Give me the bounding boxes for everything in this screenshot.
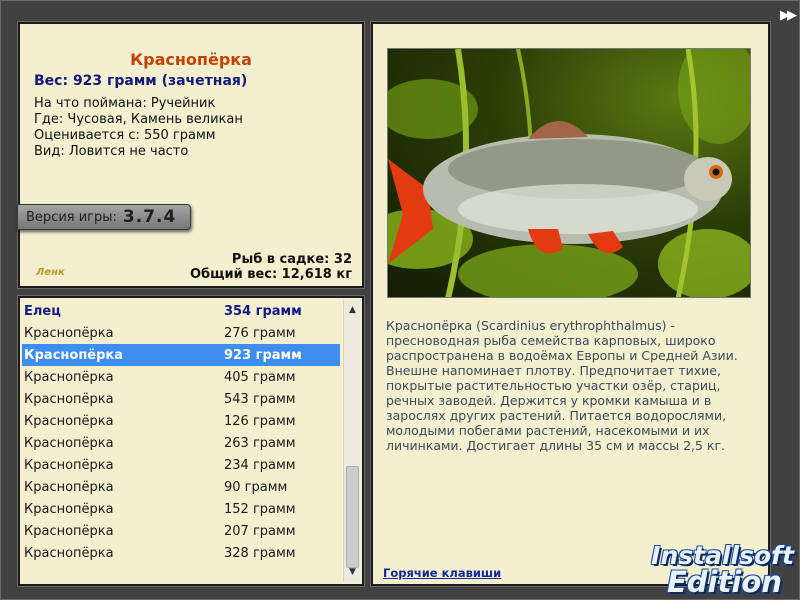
place-line: Где: Чусовая, Камень великан [34, 112, 243, 127]
list-item-weight: 405 грамм [224, 369, 296, 385]
hotkeys-link[interactable]: Горячие клавиши [383, 566, 501, 580]
list-item-weight: 152 грамм [224, 501, 296, 517]
list-item-selected[interactable]: Краснопёрка 923 грамм [22, 344, 340, 366]
fish-illustration [388, 49, 750, 297]
list-item-name: Краснопёрка [24, 523, 114, 539]
fish-title: Краснопёрка [130, 50, 252, 69]
list-item-weight: 543 грамм [224, 391, 296, 407]
fish-count: Рыб в садке: 32 [231, 252, 352, 267]
list-item-name: Краснопёрка [24, 457, 114, 473]
list-item[interactable]: Краснопёрка 90 грамм [22, 476, 340, 498]
list-item-name: Краснопёрка [24, 347, 124, 363]
catch-list: Елец 354 грамм Краснопёрка 276 грамм Кра… [22, 300, 340, 564]
value-line: Оценивается с: 550 грамм [34, 128, 216, 143]
list-item-name: Краснопёрка [24, 391, 114, 407]
catch-list-panel: Елец 354 грамм Краснопёрка 276 грамм Кра… [18, 296, 364, 586]
chevron-down-icon[interactable]: ▼ [344, 564, 361, 580]
list-item-name: Краснопёрка [24, 501, 114, 517]
list-item[interactable]: Краснопёрка 543 грамм [22, 388, 340, 410]
list-item[interactable]: Краснопёрка 405 грамм [22, 366, 340, 388]
chevron-up-icon[interactable]: ▲ [344, 302, 361, 318]
list-scrollbar[interactable]: ▲ ▼ [343, 300, 360, 582]
list-item-weight: 328 грамм [224, 545, 296, 561]
fish-description: Краснопёрка (Scardinius erythrophthalmus… [386, 318, 738, 453]
logo: Ленк [36, 267, 65, 278]
fish-photo [387, 48, 751, 298]
list-item[interactable]: Краснопёрка 126 грамм [22, 410, 340, 432]
version-label: Версия игры: [26, 209, 117, 225]
list-item-name: Краснопёрка [24, 369, 114, 385]
bait-line: На что поймана: Ручейник [34, 96, 216, 111]
list-item-weight: 354 грамм [224, 303, 302, 319]
list-item[interactable]: Краснопёрка 234 грамм [22, 454, 340, 476]
description-panel: Краснопёрка (Scardinius erythrophthalmus… [371, 22, 770, 586]
list-item-name: Краснопёрка [24, 545, 114, 561]
list-item-name: Краснопёрка [24, 325, 114, 341]
fish-info-panel: Краснопёрка Вес: 923 грамм (зачетная) На… [17, 22, 364, 288]
watermark-line2: Edition [667, 565, 782, 599]
fish-weight: Вес: 923 грамм (зачетная) [34, 73, 248, 89]
watermark: Installsoft Edition [651, 542, 794, 599]
list-item-name: Краснопёрка [24, 479, 114, 495]
list-item-name: Краснопёрка [24, 413, 114, 429]
list-item[interactable]: Краснопёрка 263 грамм [22, 432, 340, 454]
kind-line: Вид: Ловится не часто [34, 144, 189, 159]
list-item[interactable]: Елец 354 грамм [22, 300, 340, 322]
version-badge: Версия игры: 3.7.4 [17, 204, 191, 230]
list-item-weight: 90 грамм [224, 479, 288, 495]
version-value: 3.7.4 [122, 207, 177, 227]
list-item-name: Елец [24, 303, 61, 319]
list-item-weight: 923 грамм [224, 347, 302, 363]
list-item-name: Краснопёрка [24, 435, 114, 451]
total-weight: Общий вес: 12,618 кг [189, 267, 352, 282]
list-item-weight: 207 грамм [224, 523, 296, 539]
list-item[interactable]: Краснопёрка 276 грамм [22, 322, 340, 344]
list-item-weight: 126 грамм [224, 413, 296, 429]
list-item[interactable]: Краснопёрка 328 грамм [22, 542, 340, 564]
list-item[interactable]: Краснопёрка 152 грамм [22, 498, 340, 520]
list-item-weight: 234 грамм [224, 457, 296, 473]
fast-forward-icon[interactable]: ▶▶ [780, 8, 797, 23]
list-item[interactable]: Краснопёрка 207 грамм [22, 520, 340, 542]
scroll-thumb[interactable] [346, 466, 359, 568]
list-item-weight: 276 грамм [224, 325, 296, 341]
list-item-weight: 263 грамм [224, 435, 296, 451]
